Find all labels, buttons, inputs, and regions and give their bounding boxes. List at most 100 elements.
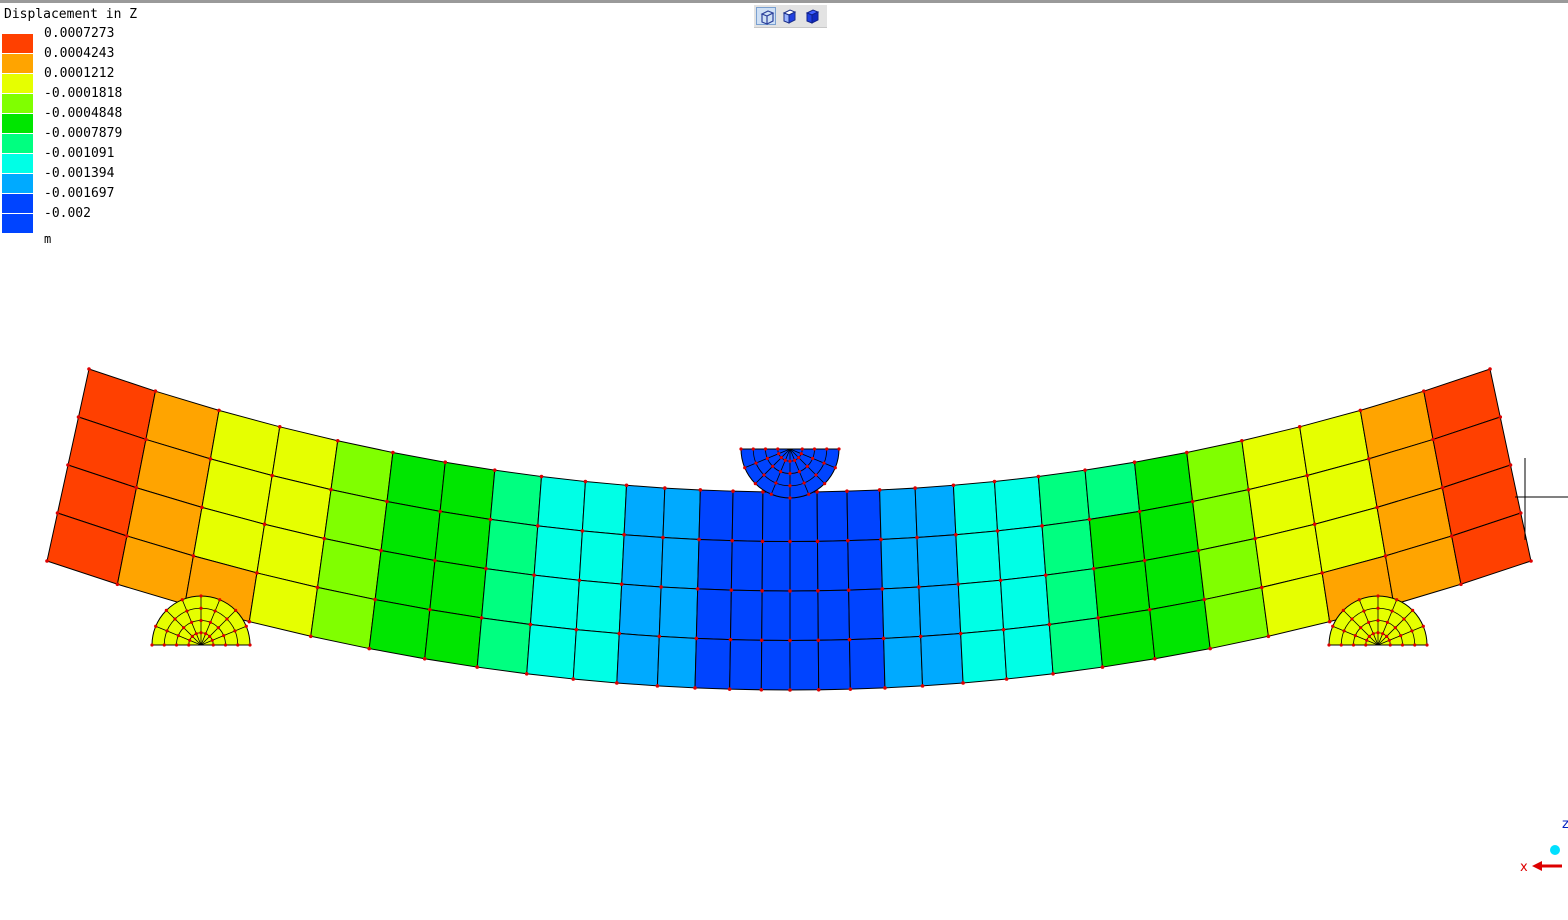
- mesh-node: [308, 634, 313, 639]
- model-viewport[interactable]: x z: [0, 0, 1568, 920]
- mesh-node: [759, 638, 764, 643]
- mesh-element: [1097, 609, 1156, 668]
- mesh-node: [788, 688, 792, 692]
- mesh-node: [574, 627, 579, 632]
- mesh-node: [846, 538, 850, 543]
- x-axis-label: x: [1520, 860, 1528, 875]
- mesh-node: [1358, 408, 1363, 413]
- mesh-node: [728, 637, 733, 642]
- mesh-element: [914, 484, 957, 539]
- mesh-element: [481, 568, 535, 626]
- axis-triad: x z: [1520, 817, 1568, 875]
- mesh-node: [532, 573, 536, 577]
- mesh-element: [658, 586, 699, 639]
- mesh-node: [951, 483, 956, 488]
- mesh-node: [731, 489, 735, 493]
- mesh-node: [760, 539, 765, 544]
- mesh-node: [422, 656, 427, 661]
- mesh-element: [1139, 500, 1200, 562]
- mesh-node: [622, 532, 626, 537]
- mesh-node: [881, 636, 886, 641]
- mesh-element: [1149, 598, 1211, 660]
- mesh-element: [729, 589, 763, 641]
- mesh-node: [1305, 473, 1309, 478]
- mesh-element: [996, 525, 1047, 581]
- mesh-node: [845, 489, 849, 493]
- mesh-element: [916, 534, 959, 588]
- mesh-node: [694, 636, 699, 641]
- mesh-node: [1190, 499, 1195, 504]
- mesh-node: [1147, 607, 1152, 612]
- mesh-node: [788, 589, 792, 593]
- mesh-node: [153, 389, 158, 393]
- mesh-element: [424, 609, 483, 668]
- mesh-node: [816, 589, 820, 593]
- mesh-element: [957, 579, 1005, 635]
- mesh-node: [577, 578, 582, 583]
- mesh-element: [730, 540, 764, 592]
- mesh-element: [952, 480, 999, 536]
- mesh-node: [995, 529, 1000, 533]
- mesh-node: [571, 677, 576, 681]
- mesh-node: [879, 537, 883, 542]
- mesh-node: [367, 646, 372, 651]
- mesh-element: [526, 623, 577, 680]
- mesh-node: [255, 571, 259, 575]
- mesh-node: [697, 537, 701, 542]
- x-axis-arrowhead: [1532, 861, 1542, 871]
- mesh-node: [816, 688, 821, 692]
- mesh-node: [698, 488, 703, 492]
- mesh-element: [572, 629, 620, 684]
- mesh-element: [847, 538, 883, 591]
- mesh-element: [960, 629, 1008, 684]
- mesh-node: [484, 566, 488, 571]
- mesh-element: [817, 639, 851, 691]
- mesh-node: [693, 686, 697, 690]
- mesh-element: [697, 538, 733, 591]
- mesh-node: [475, 665, 479, 669]
- mesh-element: [694, 637, 731, 690]
- mesh-element: [529, 574, 580, 631]
- mesh-node: [247, 619, 252, 624]
- mesh-node: [55, 511, 60, 515]
- mesh-element: [698, 489, 734, 542]
- mesh-node: [524, 671, 529, 676]
- mesh-element: [789, 540, 819, 592]
- mesh-node: [1087, 517, 1092, 522]
- mesh-node: [217, 408, 221, 413]
- mesh-node: [954, 532, 958, 537]
- mesh-node: [1266, 634, 1271, 639]
- mesh-node: [443, 460, 448, 465]
- mesh-node: [76, 415, 81, 419]
- mesh-element: [368, 598, 431, 660]
- mesh-node: [1040, 524, 1044, 528]
- mesh-element: [881, 586, 922, 639]
- mesh-node: [1004, 677, 1009, 681]
- mesh-element: [761, 540, 791, 592]
- mesh-node: [1518, 511, 1523, 515]
- mesh-node: [1246, 487, 1251, 492]
- mesh-element: [760, 639, 791, 691]
- mesh-node: [1036, 474, 1041, 479]
- mesh-element: [955, 530, 1002, 585]
- mesh-element: [429, 559, 487, 619]
- mesh-element: [789, 639, 820, 691]
- mesh-node: [846, 588, 851, 592]
- mesh-element: [817, 589, 851, 641]
- mesh-node: [617, 631, 622, 636]
- mesh-node: [433, 558, 437, 563]
- mesh-node: [191, 554, 196, 558]
- mesh-node: [528, 622, 533, 627]
- mesh-node: [1421, 389, 1426, 393]
- mesh-node: [270, 473, 274, 478]
- mesh-node: [1259, 585, 1264, 590]
- mesh-node: [1043, 573, 1048, 577]
- mesh-element: [762, 491, 791, 543]
- mesh-node: [322, 536, 327, 541]
- mesh-node: [115, 582, 120, 587]
- mesh-element: [1093, 559, 1151, 619]
- mesh-node: [1083, 468, 1087, 472]
- mesh-element: [1000, 574, 1050, 631]
- mesh-element: [578, 530, 625, 585]
- mesh-element: [1045, 568, 1099, 626]
